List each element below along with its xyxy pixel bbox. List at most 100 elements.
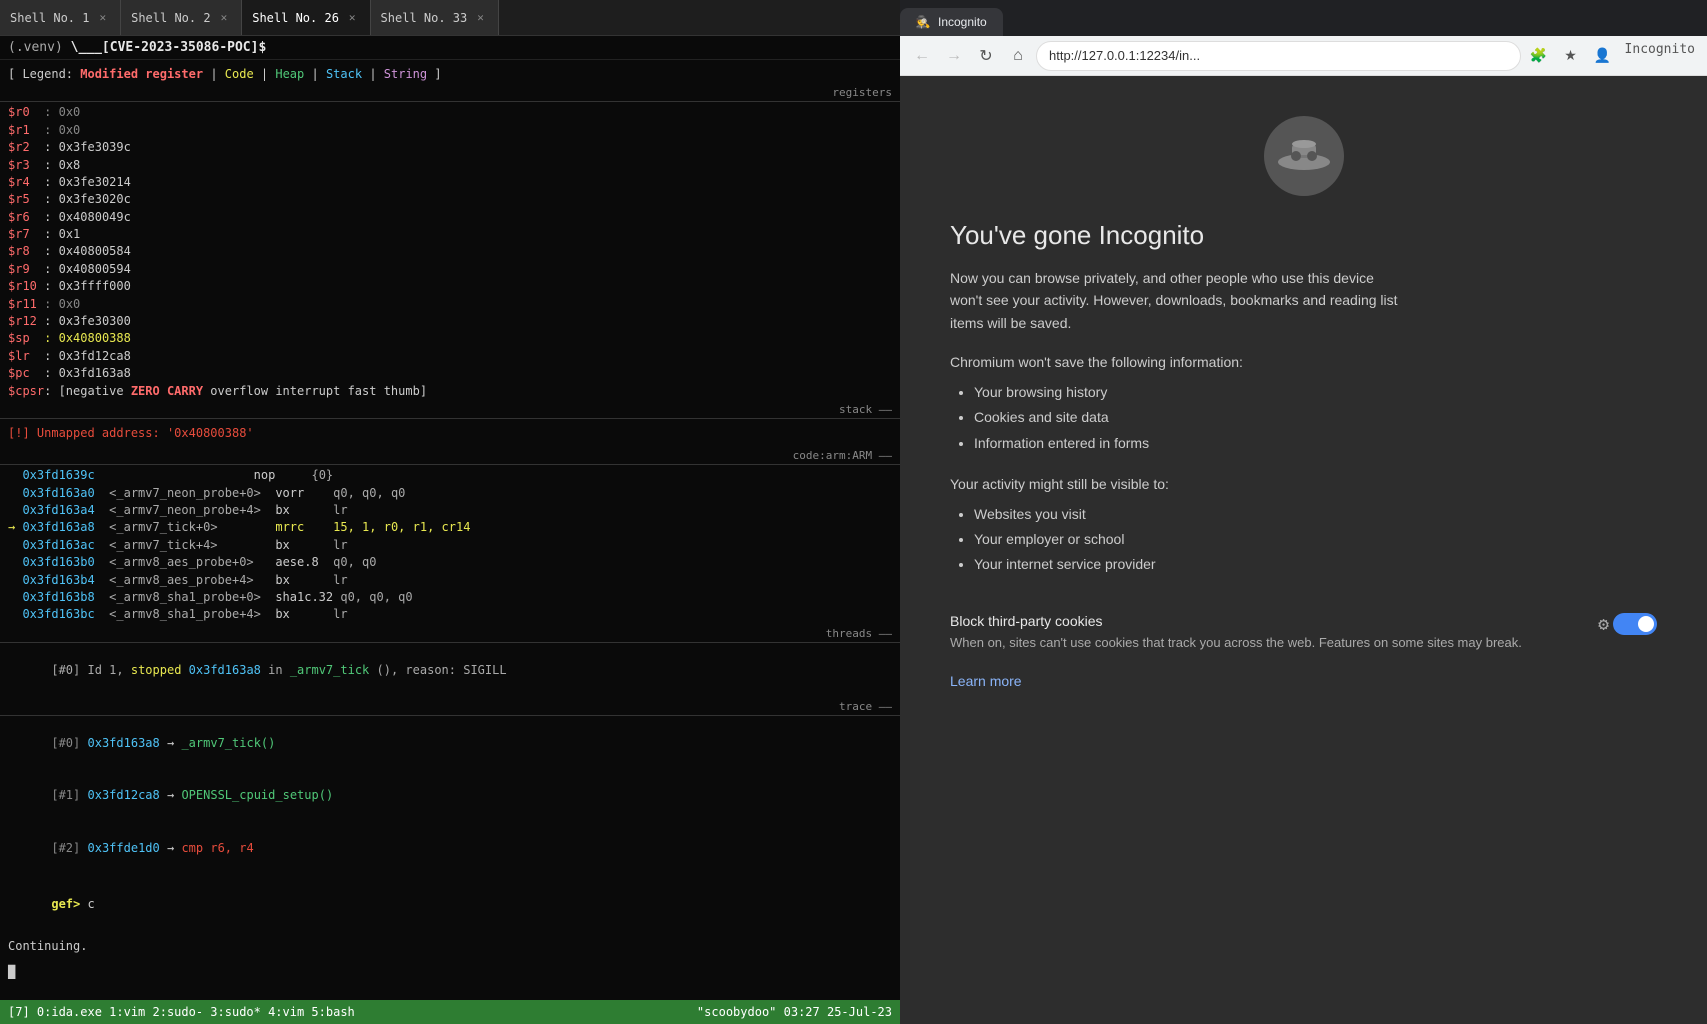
legend-bracket: [ Legend: <box>8 67 80 81</box>
cookie-icons: ⚙ <box>1598 613 1657 635</box>
cookie-block-desc: When on, sites can't use cookies that tr… <box>950 633 1582 653</box>
reg-r2: $r2 : 0x3fe3039c <box>0 139 900 156</box>
reg-r0: $r0 : 0x0 <box>0 104 900 121</box>
cookie-block-section: Block third-party cookies When on, sites… <box>950 597 1657 653</box>
tab-label: Shell No. 33 <box>381 11 468 25</box>
stack-header: stack —— <box>0 402 900 419</box>
cookie-block-text: Block third-party cookies When on, sites… <box>950 613 1582 653</box>
gef-prompt: gef> c <box>0 874 900 934</box>
visible-item-3: Your internet service provider <box>974 552 1657 577</box>
terminal-cursor[interactable]: █ <box>0 960 900 985</box>
tab-label: Shell No. 1 <box>10 11 89 25</box>
venv-label: (.venv) <box>8 40 71 55</box>
not-saved-item-3: Information entered in forms <box>974 431 1657 456</box>
code-line-7: 0x3fd163b8 <_armv8_sha1_probe+0> sha1c.3… <box>0 589 900 606</box>
incognito-content: You've gone Incognito Now you can browse… <box>900 76 1707 1024</box>
reg-pc: $pc : 0x3fd163a8 <box>0 365 900 382</box>
threads-header: threads —— <box>0 626 900 643</box>
cve-path: \___[CVE-2023-35086-POC]$ <box>71 40 267 55</box>
visible-item-2: Your employer or school <box>974 527 1657 552</box>
spy-hat-svg <box>1274 126 1334 186</box>
visible-list: Websites you visit Your employer or scho… <box>950 502 1657 578</box>
chromium-note: Chromium won't save the following inform… <box>950 354 1657 370</box>
gear-icon[interactable]: ⚙ <box>1598 614 1609 635</box>
browser-tab-incognito[interactable]: 🕵 Incognito <box>900 8 1003 36</box>
reg-r1: $r1 : 0x0 <box>0 122 900 139</box>
reg-r10: $r10 : 0x3ffff000 <box>0 278 900 295</box>
code-header: code:arm:ARM —— <box>0 448 900 465</box>
browser-section: 🕵 Incognito ← → ↻ ⌂ 🧩 ★ 👤 Incognito <box>900 0 1707 1024</box>
tab-close-26[interactable]: ✕ <box>345 9 360 26</box>
home-button[interactable]: ⌂ <box>1004 42 1032 70</box>
status-left: [7] 0:ida.exe 1:vim 2:sudo- 3:sudo* 4:vi… <box>8 1005 355 1019</box>
cookie-toggle[interactable] <box>1613 613 1657 635</box>
cookie-block-row: Block third-party cookies When on, sites… <box>950 613 1657 653</box>
thread-line: [#0] Id 1, stopped 0x3fd163a8 in _armv7_… <box>0 645 900 697</box>
registers-header: registers <box>0 85 900 102</box>
legend-modified: Modified register <box>80 67 203 81</box>
visible-note: Your activity might still be visible to: <box>950 476 1657 492</box>
reg-r12: $r12 : 0x3fe30300 <box>0 313 900 330</box>
forward-button[interactable]: → <box>940 42 968 70</box>
terminal-prompt: (.venv) \___[CVE-2023-35086-POC]$ <box>0 36 900 60</box>
gdb-output: [ Legend: Modified register | Code | Hea… <box>0 60 900 1024</box>
code-line-2: 0x3fd163a4 <_armv7_neon_probe+4> bx lr <box>0 502 900 519</box>
reg-sp: $sp : 0x40800388 <box>0 330 900 347</box>
tab-shell-1[interactable]: Shell No. 1 ✕ <box>0 0 121 35</box>
terminal-tab-bar: Shell No. 1 ✕ Shell No. 2 ✕ Shell No. 26… <box>0 0 900 36</box>
trace-header: trace —— <box>0 699 900 716</box>
bookmark-button[interactable]: ★ <box>1557 42 1585 70</box>
stack-content: [!] Unmapped address: '0x40800388' <box>0 421 900 446</box>
reg-r4: $r4 : 0x3fe30214 <box>0 174 900 191</box>
incognito-hat-icon: 🕵 <box>916 15 930 29</box>
tab-close-2[interactable]: ✕ <box>217 9 232 26</box>
legend-stack: Stack <box>326 67 362 81</box>
tab-shell-33[interactable]: Shell No. 33 ✕ <box>371 0 499 35</box>
legend-string: String <box>384 67 427 81</box>
reg-r11: $r11 : 0x0 <box>0 296 900 313</box>
reg-cpsr: $cpsr: [negative ZERO CARRY overflow int… <box>0 383 900 400</box>
visible-item-1: Websites you visit <box>974 502 1657 527</box>
legend-heap: Heap <box>275 67 304 81</box>
incognito-description: Now you can browse privately, and other … <box>950 267 1400 334</box>
code-line-8: 0x3fd163bc <_armv8_sha1_probe+4> bx lr <box>0 606 900 623</box>
terminal-section: Shell No. 1 ✕ Shell No. 2 ✕ Shell No. 26… <box>0 0 900 1024</box>
trace-line-2: [#2] 0x3ffde1d0 → cmp r6, r4 <box>0 822 900 874</box>
code-line-4: 0x3fd163ac <_armv7_tick+4> bx lr <box>0 537 900 554</box>
back-button[interactable]: ← <box>908 42 936 70</box>
extensions-button[interactable]: 🧩 <box>1525 42 1553 70</box>
reg-r5: $r5 : 0x3fe3020c <box>0 191 900 208</box>
incognito-spy-icon <box>1264 116 1344 196</box>
legend-code: Code <box>225 67 254 81</box>
tab-label: Shell No. 2 <box>131 11 210 25</box>
not-saved-item-2: Cookies and site data <box>974 405 1657 430</box>
reg-r8: $r8 : 0x40800584 <box>0 243 900 260</box>
tab-shell-26[interactable]: Shell No. 26 ✕ <box>242 0 370 35</box>
learn-more-link[interactable]: Learn more <box>950 673 1022 689</box>
reload-button[interactable]: ↻ <box>972 42 1000 70</box>
code-line-3: → 0x3fd163a8 <_armv7_tick+0> mrrc 15, 1,… <box>0 519 900 536</box>
browser-tab-label: Incognito <box>938 15 987 29</box>
tab-close-33[interactable]: ✕ <box>473 9 488 26</box>
incognito-label: Incognito <box>1621 42 1699 70</box>
code-line-0: 0x3fd1639c nop {0} <box>0 467 900 484</box>
trace-line-1: [#1] 0x3fd12ca8 → OPENSSL_cpuid_setup() <box>0 770 900 822</box>
not-saved-list: Your browsing history Cookies and site d… <box>950 380 1657 456</box>
reg-r9: $r9 : 0x40800594 <box>0 261 900 278</box>
nav-icons: 🧩 ★ 👤 Incognito <box>1525 42 1699 70</box>
url-bar[interactable] <box>1036 41 1521 71</box>
profile-button[interactable]: 👤 <box>1589 42 1617 70</box>
tab-shell-2[interactable]: Shell No. 2 ✕ <box>121 0 242 35</box>
incognito-icon-container <box>950 116 1657 196</box>
trace-line-0: [#0] 0x3fd163a8 → _armv7_tick() <box>0 718 900 770</box>
code-line-5: 0x3fd163b0 <_armv8_aes_probe+0> aese.8 q… <box>0 554 900 571</box>
browser-tab-bar: 🕵 Incognito <box>900 0 1707 36</box>
status-right: "scoobydoo" 03:27 25-Jul-23 <box>697 1005 892 1019</box>
status-bar: [7] 0:ida.exe 1:vim 2:sudo- 3:sudo* 4:vi… <box>0 1000 900 1024</box>
legend-line: [ Legend: Modified register | Code | Hea… <box>0 64 900 85</box>
tab-close-1[interactable]: ✕ <box>95 9 110 26</box>
tab-label: Shell No. 26 <box>252 11 339 25</box>
code-line-1: 0x3fd163a0 <_armv7_neon_probe+0> vorr q0… <box>0 485 900 502</box>
not-saved-item-1: Your browsing history <box>974 380 1657 405</box>
browser-nav: ← → ↻ ⌂ 🧩 ★ 👤 Incognito <box>900 36 1707 76</box>
